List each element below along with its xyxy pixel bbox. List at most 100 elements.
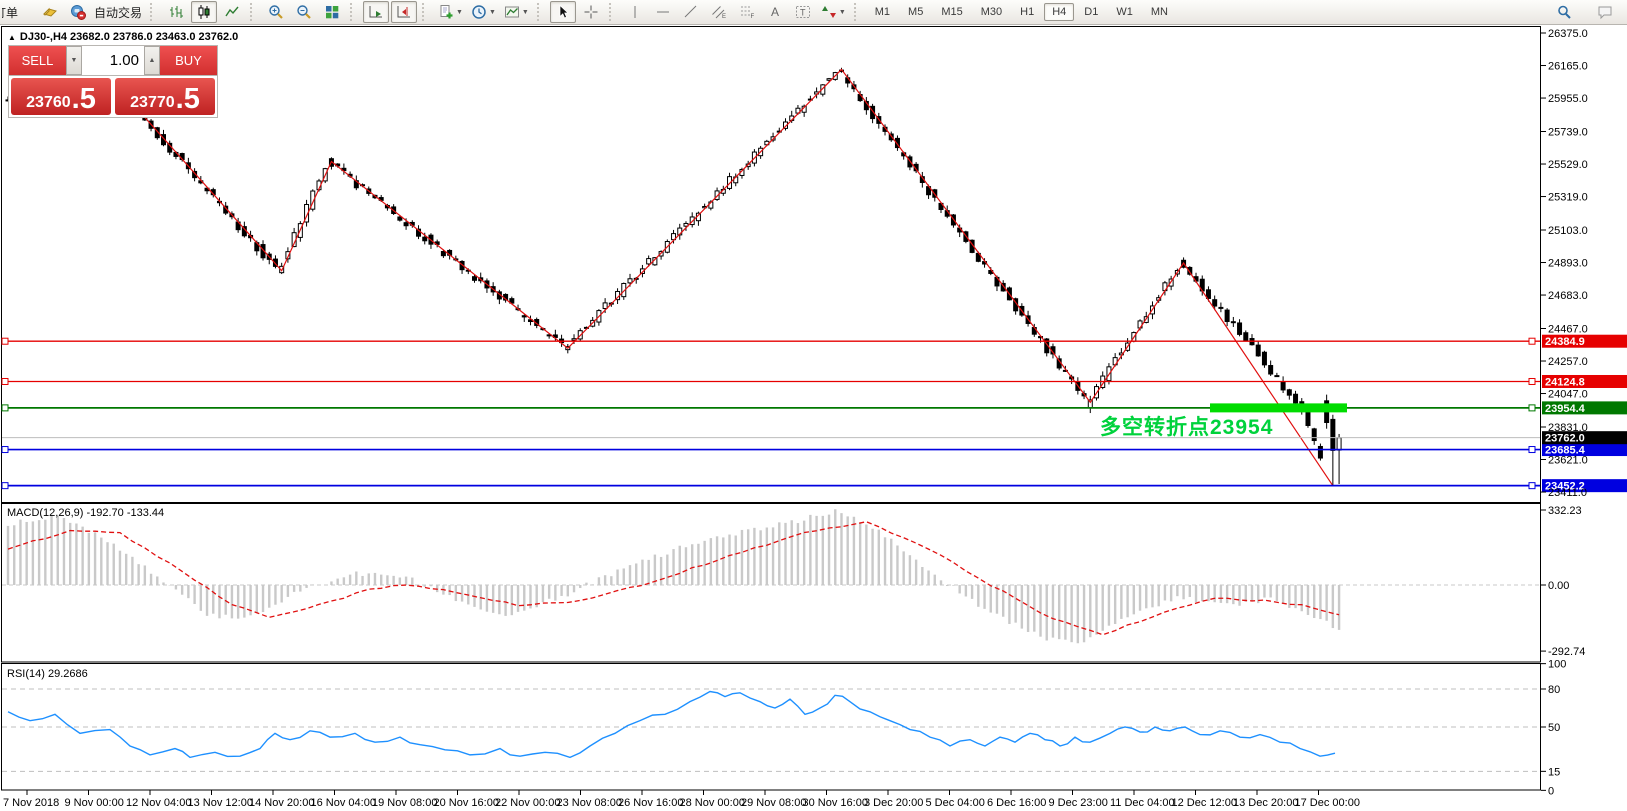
svg-text:25955.0: 25955.0 (1548, 93, 1588, 105)
text-tool-button[interactable]: A (762, 1, 788, 23)
volume-decrease-button[interactable]: ▼ (66, 46, 82, 75)
dropdown-arrow-icon[interactable]: ▼ (456, 9, 463, 16)
search-icon (1556, 4, 1572, 20)
add-indicator-icon (438, 4, 454, 20)
buy-price-frac: .5 (176, 87, 200, 112)
one-click-trading-panel: SELL ▼ ▲ BUY 23760.5 23770.5 (8, 45, 218, 118)
buy-price-main: 23770 (130, 93, 175, 112)
tile-windows-icon (324, 4, 340, 20)
zoom-out-button[interactable] (291, 1, 317, 23)
volume-input[interactable] (82, 46, 144, 75)
search-button[interactable] (1551, 1, 1577, 23)
timeframe-m30[interactable]: M30 (973, 3, 1010, 21)
symbol-triangle-icon: ▲ (8, 33, 16, 42)
svg-text:23411.0: 23411.0 (1548, 487, 1587, 499)
chart-shift-icon (396, 4, 412, 20)
toolbar-grip[interactable] (422, 3, 428, 21)
timeframe-bar: M1M5M15M30H1H4D1W1MN (866, 3, 1177, 21)
svg-text:13 Nov 12:00: 13 Nov 12:00 (188, 797, 253, 809)
svg-text:23831.0: 23831.0 (1548, 422, 1588, 434)
text-label-tool-button[interactable]: T (790, 1, 816, 23)
chat-bubble-icon (1597, 4, 1613, 20)
candlestick-chart-button[interactable] (191, 1, 217, 23)
text-icon: A (767, 4, 783, 20)
cursor-button[interactable] (550, 1, 576, 23)
vertical-line-tool-button[interactable] (622, 1, 648, 23)
crosshair-button[interactable] (578, 1, 604, 23)
chart-shift-button[interactable] (391, 1, 417, 23)
svg-text:26165.0: 26165.0 (1548, 61, 1588, 73)
svg-text:25739.0: 25739.0 (1548, 126, 1588, 138)
timeframe-h4[interactable]: H4 (1044, 3, 1074, 21)
toolbar-grip[interactable] (854, 3, 860, 21)
mt4-window: 订单 自动交易 (0, 0, 1627, 811)
timeframe-m1[interactable]: M1 (867, 3, 898, 21)
clock-icon (471, 4, 487, 20)
dropdown-arrow-icon[interactable]: ▼ (522, 9, 529, 16)
svg-text:22 Nov 00:00: 22 Nov 00:00 (495, 797, 560, 809)
autotrading-button[interactable] (65, 1, 91, 23)
svg-text:16 Nov 04:00: 16 Nov 04:00 (311, 797, 376, 809)
tile-windows-button[interactable] (319, 1, 345, 23)
toolbar-grip[interactable] (537, 3, 543, 21)
dropdown-arrow-icon[interactable]: ▼ (839, 9, 846, 16)
toolbar-grip[interactable] (150, 3, 156, 21)
buy-price[interactable]: 23770.5 (115, 78, 215, 115)
autotrading-label[interactable]: 自动交易 (94, 4, 142, 21)
bar-chart-button[interactable] (163, 1, 189, 23)
svg-text:15: 15 (1548, 766, 1560, 778)
svg-text:9 Nov 00:00: 9 Nov 00:00 (65, 797, 124, 809)
periods-button[interactable]: ▼ (468, 1, 499, 23)
timeframe-d1[interactable]: D1 (1076, 3, 1106, 21)
toolbar-grip[interactable] (350, 3, 356, 21)
volume-increase-button[interactable]: ▲ (144, 46, 160, 75)
svg-text:12 Dec 12:00: 12 Dec 12:00 (1172, 797, 1237, 809)
equidistant-channel-icon: E (711, 4, 727, 20)
svg-text:80: 80 (1548, 684, 1560, 696)
macd-indicator-label: MACD(12,26,9) -192.70 -133.44 (7, 507, 164, 519)
timeframe-mn[interactable]: MN (1143, 3, 1176, 21)
trendline-tool-button[interactable] (678, 1, 704, 23)
buy-button[interactable]: BUY (160, 46, 217, 75)
svg-text:-292.74: -292.74 (1548, 646, 1585, 658)
svg-text:24683.0: 24683.0 (1548, 290, 1588, 302)
rsi-indicator-label: RSI(14) 29.2686 (7, 668, 88, 680)
channel-tool-button[interactable]: E (706, 1, 732, 23)
sell-price-main: 23760 (26, 93, 71, 112)
arrows-tool-button[interactable]: ▼ (818, 1, 849, 23)
fibonacci-tool-button[interactable]: F (734, 1, 760, 23)
sell-price[interactable]: 23760.5 (11, 78, 111, 115)
horizontal-line-tool-button[interactable] (650, 1, 676, 23)
svg-text:6 Dec 16:00: 6 Dec 16:00 (987, 797, 1046, 809)
toolbar-grip[interactable] (609, 3, 615, 21)
timeframe-m15[interactable]: M15 (933, 3, 970, 21)
zoom-in-button[interactable] (263, 1, 289, 23)
line-chart-button[interactable] (219, 1, 245, 23)
indicators-button[interactable]: ▼ (435, 1, 466, 23)
order-book-button[interactable] (37, 1, 63, 23)
timeframe-m5[interactable]: M5 (900, 3, 931, 21)
svg-text:12 Nov 04:00: 12 Nov 04:00 (126, 797, 191, 809)
templates-button[interactable]: ▼ (501, 1, 532, 23)
chart-plot[interactable]: 24384.924124.823954.423685.423452.223762… (0, 0, 1627, 811)
auto-scroll-button[interactable] (363, 1, 389, 23)
toolbar-grip[interactable] (250, 3, 256, 21)
sell-button[interactable]: SELL (9, 46, 66, 75)
svg-text:25103.0: 25103.0 (1548, 225, 1588, 237)
timeframe-h1[interactable]: H1 (1012, 3, 1042, 21)
svg-text:24467.0: 24467.0 (1548, 323, 1588, 335)
timeframe-w1[interactable]: W1 (1108, 3, 1141, 21)
chart-title: ▲DJ30-,H4 23682.0 23786.0 23463.0 23762.… (8, 31, 238, 43)
svg-text:25319.0: 25319.0 (1548, 192, 1588, 204)
candlestick-chart-icon (196, 4, 212, 20)
order-book-icon (42, 4, 58, 20)
svg-text:25529.0: 25529.0 (1548, 159, 1588, 171)
template-icon (504, 4, 520, 20)
volume-spinner: ▼ ▲ (66, 46, 160, 75)
chat-button[interactable] (1592, 1, 1618, 23)
annotation-text[interactable]: 多空转折点23954 (1100, 411, 1273, 441)
svg-text:23621.0: 23621.0 (1548, 455, 1588, 467)
new-order-label[interactable]: 订单 (2, 4, 32, 21)
dropdown-arrow-icon[interactable]: ▼ (489, 9, 496, 16)
svg-text:E: E (722, 14, 726, 20)
